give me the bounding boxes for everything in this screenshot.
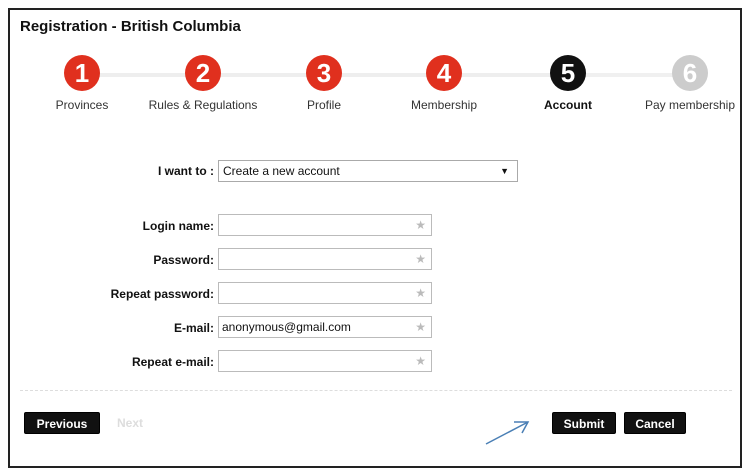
required-star-icon: ★ — [415, 218, 426, 232]
step-profile[interactable]: 3 Profile — [264, 55, 384, 112]
password-input[interactable]: ★ — [218, 248, 432, 270]
step-number-circle: 4 — [426, 55, 462, 91]
submit-button[interactable]: Submit — [552, 412, 616, 434]
step-number-circle: 3 — [306, 55, 342, 91]
repeat-password-label: Repeat password: — [110, 287, 214, 301]
login-name-input[interactable]: ★ — [218, 214, 432, 236]
step-label: Pay membership — [644, 98, 736, 112]
email-input[interactable]: anonymous@gmail.com ★ — [218, 316, 432, 338]
step-provinces[interactable]: 1 Provinces — [22, 55, 142, 112]
action-label: I want to : — [158, 164, 214, 178]
footer-divider — [20, 390, 732, 391]
step-number-circle: 5 — [550, 55, 586, 91]
annotation-arrow-icon — [485, 421, 530, 445]
required-star-icon: ★ — [415, 286, 426, 300]
next-button[interactable]: Next — [108, 412, 152, 434]
required-star-icon: ★ — [415, 354, 426, 368]
email-value: anonymous@gmail.com — [222, 320, 351, 334]
step-label: Profile — [306, 98, 341, 112]
step-number-circle: 1 — [64, 55, 100, 91]
required-star-icon: ★ — [415, 320, 426, 334]
step-progress: 1 Provinces 2 Rules & Regulations 3 Prof… — [10, 55, 740, 125]
step-number-circle: 2 — [185, 55, 221, 91]
step-label: Account — [544, 98, 592, 112]
step-rules-regulations[interactable]: 2 Rules & Regulations — [143, 55, 263, 112]
account-action-select[interactable]: Create a new account ▼ — [218, 160, 518, 182]
previous-button[interactable]: Previous — [24, 412, 100, 434]
step-label: Rules & Regulations — [148, 98, 258, 112]
required-star-icon: ★ — [415, 252, 426, 266]
page-title: Registration - British Columbia — [20, 18, 241, 35]
step-label: Provinces — [55, 98, 109, 112]
repeat-password-input[interactable]: ★ — [218, 282, 432, 304]
step-number-circle: 6 — [672, 55, 708, 91]
repeat-email-label: Repeat e-mail: — [131, 355, 214, 369]
cancel-button[interactable]: Cancel — [624, 412, 686, 434]
repeat-email-input[interactable]: ★ — [218, 350, 432, 372]
email-label: E-mail: — [173, 321, 214, 335]
account-action-value: Create a new account — [223, 164, 340, 178]
step-label: Membership — [410, 98, 478, 112]
login-name-label: Login name: — [142, 219, 214, 233]
password-label: Password: — [153, 253, 214, 267]
registration-panel: Registration - British Columbia 1 Provin… — [8, 8, 742, 468]
step-membership[interactable]: 4 Membership — [384, 55, 504, 112]
step-account[interactable]: 5 Account — [508, 55, 628, 112]
step-pay-membership[interactable]: 6 Pay membership — [630, 55, 743, 112]
dropdown-arrow-icon: ▼ — [500, 166, 509, 176]
